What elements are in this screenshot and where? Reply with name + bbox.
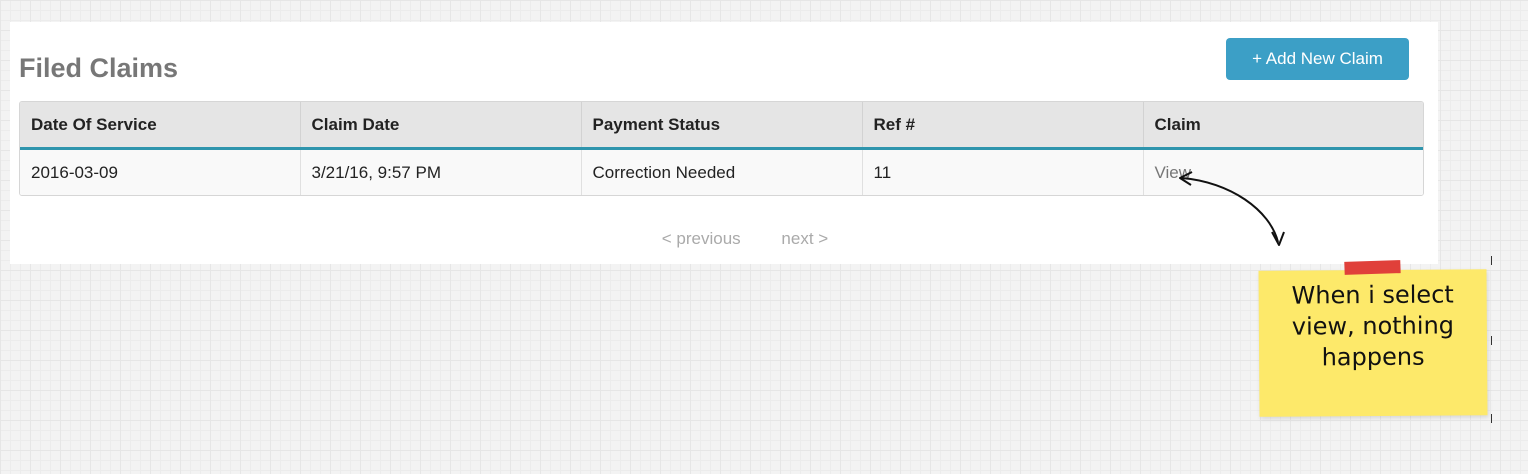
cell-ref: 11 (862, 148, 1144, 195)
column-header-claim: Claim (1143, 102, 1423, 150)
edge-tick-mark (1491, 256, 1492, 265)
page-title: Filed Claims (19, 53, 179, 83)
column-header-ref[interactable]: Ref # (862, 102, 1144, 150)
add-new-claim-button[interactable]: + Add New Claim (1226, 38, 1409, 80)
next-page-link[interactable]: next > (781, 229, 828, 249)
tape-strip (1344, 260, 1401, 275)
edge-tick-mark (1491, 336, 1492, 345)
note-line: When i select (1291, 280, 1454, 310)
column-header-payment-status[interactable]: Payment Status (581, 102, 863, 150)
table-header-row: Date Of Service Claim Date Payment Statu… (20, 102, 1423, 150)
note-line: view, nothing (1291, 311, 1455, 341)
column-header-claim-date[interactable]: Claim Date (300, 102, 582, 150)
cell-payment-status: Correction Needed (581, 148, 863, 195)
sticky-note: When i select view, nothing happens (1258, 260, 1488, 417)
note-line: happens (1321, 342, 1425, 372)
edge-tick-mark (1491, 414, 1492, 423)
previous-page-link[interactable]: < previous (662, 229, 741, 249)
cell-claim-date: 3/21/16, 9:57 PM (300, 148, 582, 195)
column-header-date-of-service[interactable]: Date Of Service (20, 102, 301, 150)
cell-date-of-service: 2016-03-09 (20, 148, 301, 195)
annotation-arrow (1179, 171, 1285, 246)
sticky-note-text: When i select view, nothing happens (1259, 279, 1488, 374)
